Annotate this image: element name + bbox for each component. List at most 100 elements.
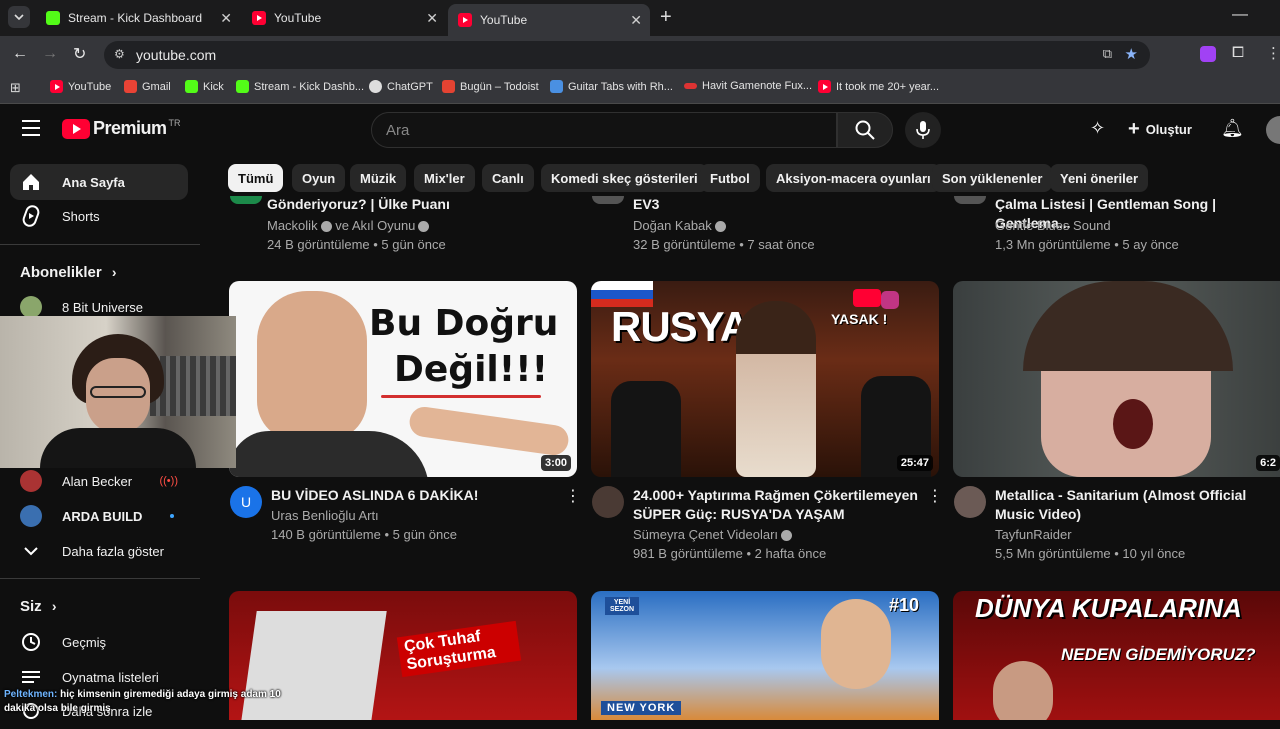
video-title[interactable]: Metallica - Sanitarium (Almost Official … (995, 486, 1280, 524)
stream-chat-message: Peltekmen: hiç kimsenin giremediği adaya… (4, 688, 294, 716)
sidebar-item-label: 8 Bit Universe (62, 299, 143, 315)
video-thumbnail[interactable]: Bu Doğru Değil!!! 3:00 (229, 281, 577, 477)
tab-youtube-active[interactable]: YouTube ✕ (448, 4, 650, 36)
bookmark-todoist[interactable]: Bugün – Todoist (442, 80, 539, 93)
video-meta: 5,5 Mn görüntüleme • 10 yıl önce (995, 546, 1186, 561)
bookmark-chatgpt[interactable]: ChatGPT (369, 80, 433, 93)
more-options-icon[interactable]: ⋮ (927, 486, 943, 506)
chatgpt-icon (369, 80, 382, 93)
channel-avatar[interactable] (592, 486, 624, 518)
show-more-button[interactable]: Daha fazla göster (10, 533, 188, 569)
close-tab-icon[interactable]: ✕ (426, 10, 438, 27)
bookmark-kick-dashboard[interactable]: Stream - Kick Dashb... (236, 80, 364, 93)
extension-icon[interactable] (1200, 46, 1216, 62)
chip-comedy[interactable]: Komedi skeç gösterileri (541, 164, 708, 192)
video-thumbnail[interactable]: 6:2 (953, 281, 1280, 477)
chip-all[interactable]: Tümü (228, 164, 284, 192)
apps-grid-icon[interactable]: ⊞ (10, 80, 21, 96)
tab-youtube[interactable]: YouTube ✕ (242, 4, 446, 32)
chip-music[interactable]: Müzik (350, 164, 407, 192)
tab-kick-dashboard[interactable]: Stream - Kick Dashboard ✕ (36, 4, 240, 32)
youtube-icon (818, 80, 831, 93)
channel-avatar[interactable]: U (230, 486, 262, 518)
notifications-bell-icon[interactable]: 🔔︎ (1221, 118, 1244, 139)
video-title[interactable]: BU VİDEO ASLINDA 6 DAKİKA! (271, 486, 551, 505)
url-text: youtube.com (136, 47, 217, 63)
video-thumbnail[interactable]: RUSYA YASAK ! 25:47 (591, 281, 939, 477)
chip-gaming[interactable]: Oyun (292, 164, 346, 192)
chip-football[interactable]: Futbol (700, 164, 760, 192)
bookmark-kick[interactable]: Kick (185, 80, 224, 93)
video-thumbnail[interactable]: DÜNYA KUPALARINA NEDEN GİDEMİYORUZ? (953, 591, 1280, 720)
address-bar: ← → ↻ ⚙ youtube.com ⧉ ★ ⧠ ⋮ (0, 36, 1280, 74)
reload-icon[interactable]: ↻ (73, 44, 86, 64)
kick-icon (46, 11, 60, 25)
channel-name[interactable]: Uras Benlioğlu Artı (271, 506, 379, 525)
sidebar-item-label: Oynatma listeleri (62, 669, 159, 685)
sidebar-sub-arda-build[interactable]: ARDA BUILD (10, 498, 188, 534)
video-thumbnail[interactable]: YENİ SEZON #10 NEW YORK (591, 591, 939, 720)
close-tab-icon[interactable]: ✕ (630, 12, 642, 29)
gmail-icon (124, 80, 137, 93)
channel-name[interactable]: Gentle Blues Sound (995, 216, 1111, 235)
more-options-icon[interactable]: ⋮ (565, 486, 581, 506)
video-title[interactable]: 24.000+ Yaptırıma Rağmen Çökertilemeyen … (633, 486, 918, 524)
extensions-puzzle-icon[interactable]: ⧠ (1232, 44, 1244, 61)
chip-new-to-you[interactable]: Yeni öneriler (1050, 164, 1149, 192)
chip-action-adventure[interactable]: Aksiyon-macera oyunları (766, 164, 941, 192)
thumbnail-badge-text: YASAK ! (831, 311, 888, 327)
sidebar-item-home[interactable]: Ana Sayfa (10, 164, 188, 200)
voice-search-button[interactable] (905, 112, 941, 148)
minimize-button[interactable]: — (1232, 6, 1248, 24)
sidebar-sub-alan-becker[interactable]: Alan Becker ((•)) (10, 463, 188, 499)
chip-live[interactable]: Canlı (482, 164, 534, 192)
chevron-right-icon: › (51, 598, 57, 614)
account-avatar[interactable] (1266, 116, 1280, 144)
bookmark-video[interactable]: It took me 20+ year... (818, 80, 939, 93)
home-icon (20, 172, 42, 192)
channel-name[interactable]: Mackolik ve Akıl Oyunu (267, 216, 430, 235)
bookmark-star-icon[interactable]: ★ (1125, 45, 1138, 63)
url-field[interactable]: ⚙ youtube.com ⧉ ★ (104, 41, 1150, 69)
thumbnail-person (257, 291, 367, 441)
sidebar-item-label: ARDA BUILD (62, 508, 143, 524)
you-header[interactable]: Siz › (20, 598, 57, 615)
video-title[interactable]: EV3 (633, 195, 659, 214)
channel-avatar[interactable] (954, 486, 986, 518)
chip-recently-uploaded[interactable]: Son yüklenenler (932, 164, 1053, 192)
sidebar-item-history[interactable]: Geçmiş (10, 624, 188, 660)
bookmark-havit[interactable]: Havit Gamenote Fux... (684, 80, 812, 92)
install-app-icon[interactable]: ⧉ (1103, 46, 1112, 62)
video-title[interactable]: Gönderiyoruz? | Ülke Puanı (267, 195, 450, 214)
tab-search-button[interactable] (8, 6, 30, 28)
logo-text: Premium (93, 118, 167, 138)
search-input[interactable]: Ara (371, 112, 837, 148)
thumbnail-police (611, 381, 681, 477)
sparkle-icon[interactable]: ✧ (1090, 118, 1105, 139)
channel-name[interactable]: Sümeyra Çenet Videoları (633, 525, 793, 544)
sidebar-item-label: Geçmiş (62, 634, 107, 650)
new-tab-button[interactable]: + (660, 6, 672, 29)
site-info-icon[interactable]: ⚙ (114, 47, 125, 61)
subscriptions-header[interactable]: Abonelikler › (20, 264, 117, 281)
webcam-overlay (0, 316, 236, 468)
channel-avatar (20, 470, 42, 492)
forward-icon[interactable]: → (42, 45, 58, 63)
bookmark-youtube[interactable]: YouTube (50, 80, 111, 93)
chip-mixes[interactable]: Mix'ler (414, 164, 475, 192)
live-icon: ((•)) (159, 475, 178, 487)
search-button[interactable] (837, 112, 893, 148)
channel-name[interactable]: TayfunRaider (995, 525, 1072, 544)
youtube-premium-logo[interactable]: Premium TR (62, 118, 181, 139)
create-button[interactable]: + Oluştur (1128, 118, 1192, 141)
sidebar-item-shorts[interactable]: Shorts (10, 198, 188, 234)
webcam-glasses (90, 386, 146, 398)
hamburger-menu-icon[interactable] (22, 120, 40, 136)
close-tab-icon[interactable]: ✕ (220, 10, 232, 27)
chevron-down-icon (20, 546, 42, 556)
back-icon[interactable]: ← (12, 45, 28, 63)
bookmark-guitar-tabs[interactable]: Guitar Tabs with Rh... (550, 80, 673, 93)
channel-name[interactable]: Doğan Kabak (633, 216, 726, 235)
bookmark-gmail[interactable]: Gmail (124, 80, 171, 93)
menu-icon[interactable]: ⋮ (1266, 44, 1280, 62)
